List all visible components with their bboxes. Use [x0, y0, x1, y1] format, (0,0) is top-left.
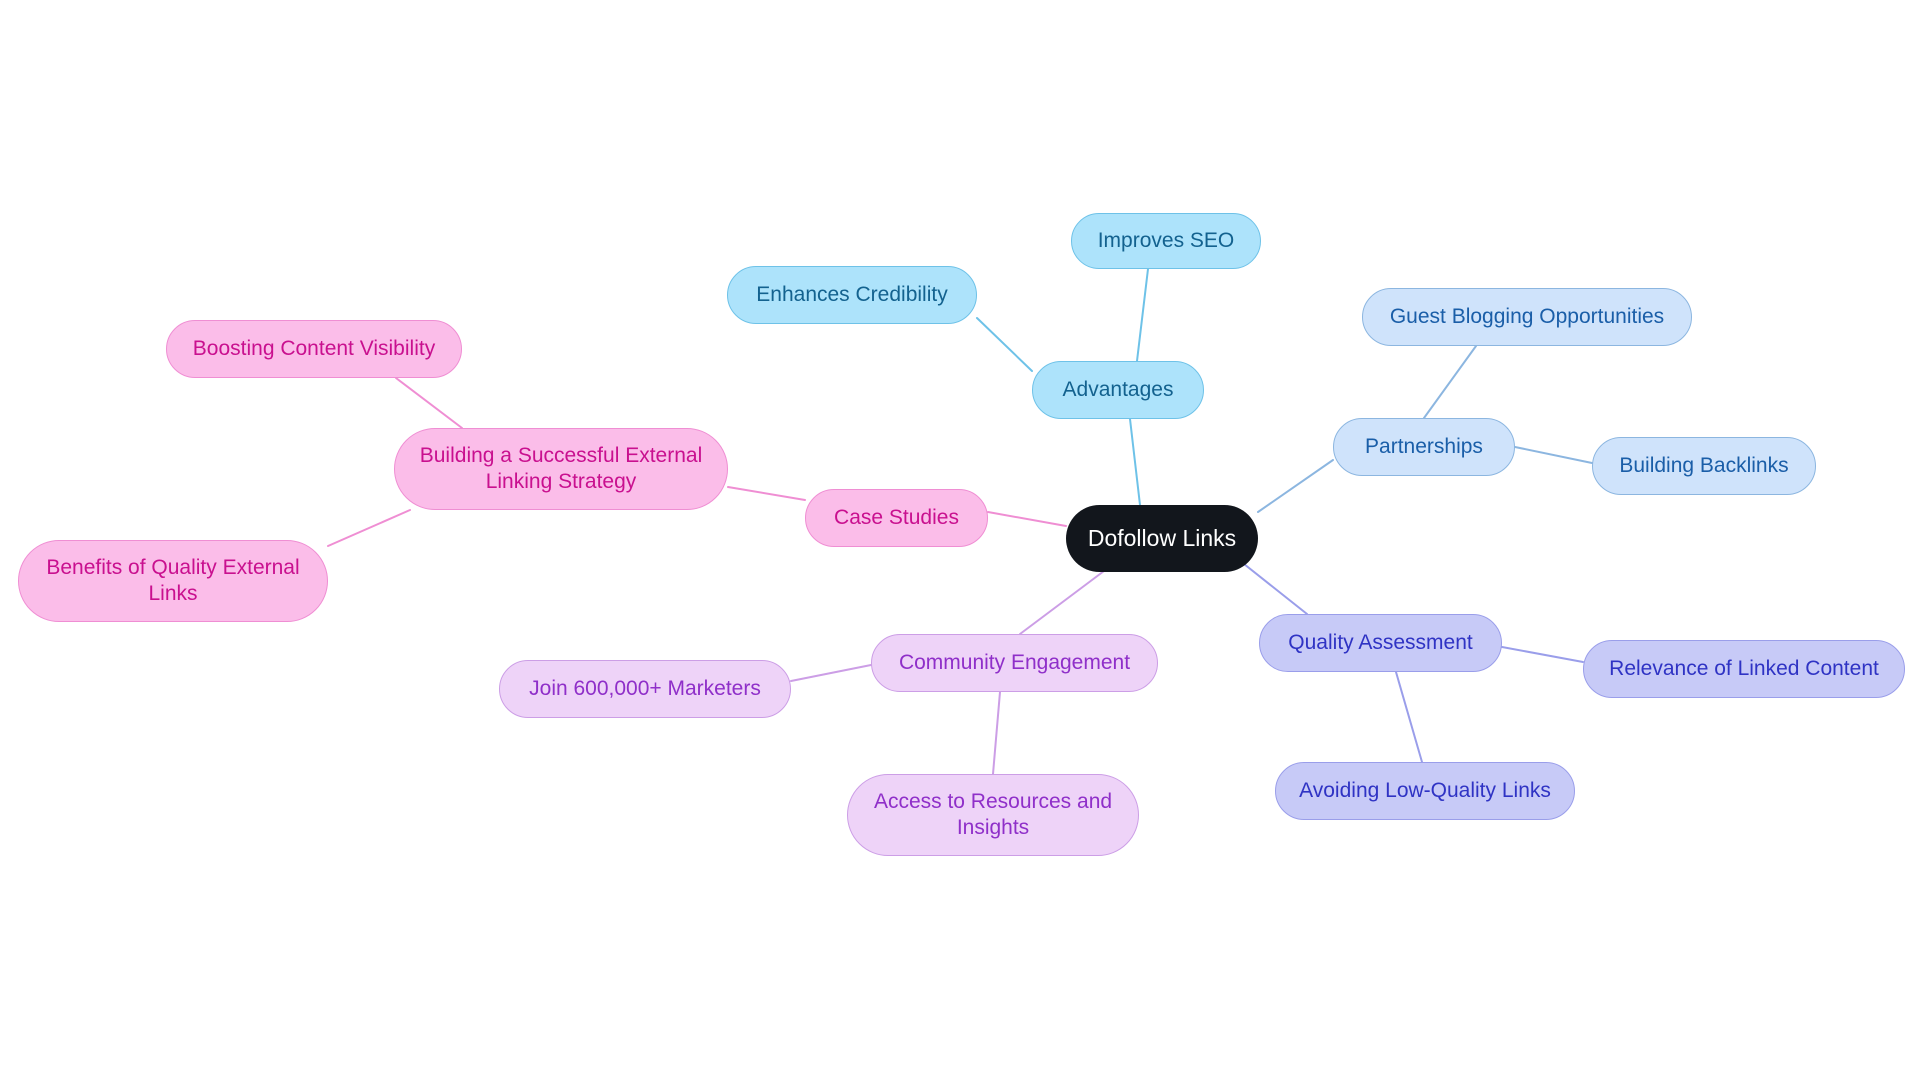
mindmap-edge-partnerships-guest-blogging — [1423, 345, 1477, 419]
mindmap-edge-strategy-boosting — [395, 377, 463, 429]
mindmap-edge-root-case-studies — [987, 511, 1067, 527]
mindmap-edge-root-partnerships — [1257, 459, 1334, 513]
mindmap-node-avoiding-low-quality[interactable]: Avoiding Low-Quality Links — [1275, 762, 1575, 820]
mindmap-node-label-benefits-quality-external: Benefits of Quality External Links — [46, 555, 300, 605]
mindmap-node-label-join-marketers: Join 600,000+ Marketers — [529, 676, 761, 700]
mindmap-edge-root-advantages — [1129, 418, 1141, 506]
mindmap-node-label-advantages: Advantages — [1062, 377, 1174, 401]
mindmap-edge-quality-avoiding — [1395, 671, 1423, 763]
mindmap-canvas: Dofollow Links Advantages Improves SEO Enha… — [0, 0, 1920, 1083]
mindmap-node-label-guest-blogging: Guest Blogging Opportunities — [1389, 304, 1665, 328]
mindmap-node-root[interactable]: Dofollow Links — [1066, 505, 1258, 572]
mindmap-node-benefits-quality-external[interactable]: Benefits of Quality External Links — [18, 540, 328, 622]
mindmap-node-label-building-backlinks: Building Backlinks — [1619, 453, 1789, 477]
mindmap-edge-case-studies-strategy — [727, 486, 806, 501]
mindmap-edge-partnerships-building-backlinks — [1514, 446, 1593, 464]
mindmap-node-case-studies[interactable]: Case Studies — [805, 489, 988, 547]
mindmap-edge-community-access — [992, 691, 1001, 775]
mindmap-node-label-enhances-credibility: Enhances Credibility — [756, 282, 948, 306]
mindmap-node-access-resources[interactable]: Access to Resources and Insights — [847, 774, 1139, 856]
mindmap-node-label-avoiding-low-quality: Avoiding Low-Quality Links — [1299, 778, 1551, 802]
mindmap-node-relevance-linked-content[interactable]: Relevance of Linked Content — [1583, 640, 1905, 698]
mindmap-node-enhances-credibility[interactable]: Enhances Credibility — [727, 266, 977, 324]
mindmap-node-partnerships[interactable]: Partnerships — [1333, 418, 1515, 476]
mindmap-node-advantages[interactable]: Advantages — [1032, 361, 1204, 419]
mindmap-node-quality-assessment[interactable]: Quality Assessment — [1259, 614, 1502, 672]
mindmap-node-building-strategy[interactable]: Building a Successful External Linking S… — [394, 428, 728, 510]
mindmap-node-label-partnerships: Partnerships — [1365, 434, 1483, 458]
mindmap-edge-advantages-enhances-credibility — [976, 317, 1033, 372]
mindmap-node-label-case-studies: Case Studies — [834, 505, 959, 529]
mindmap-node-label-improves-seo: Improves SEO — [1097, 228, 1235, 252]
mindmap-node-label-community-engagement: Community Engagement — [898, 650, 1131, 674]
mindmap-edge-root-quality-assessment — [1238, 559, 1308, 615]
mindmap-node-guest-blogging[interactable]: Guest Blogging Opportunities — [1362, 288, 1692, 346]
mindmap-node-community-engagement[interactable]: Community Engagement — [871, 634, 1158, 692]
mindmap-edge-advantages-improves-seo — [1136, 268, 1149, 362]
mindmap-edge-community-join — [790, 664, 872, 682]
mindmap-edge-strategy-benefits — [327, 509, 411, 547]
mindmap-node-label-relevance-linked-content: Relevance of Linked Content — [1609, 656, 1879, 680]
mindmap-edge-quality-relevance — [1501, 646, 1584, 663]
mindmap-node-label-root: Dofollow Links — [1087, 525, 1237, 552]
mindmap-node-label-boosting-visibility: Boosting Content Visibility — [192, 336, 436, 360]
mindmap-edge-root-community — [1019, 570, 1105, 635]
mindmap-node-label-access-resources: Access to Resources and Insights — [873, 789, 1113, 839]
mindmap-node-join-marketers[interactable]: Join 600,000+ Marketers — [499, 660, 791, 718]
mindmap-node-improves-seo[interactable]: Improves SEO — [1071, 213, 1261, 269]
mindmap-node-boosting-visibility[interactable]: Boosting Content Visibility — [166, 320, 462, 378]
mindmap-node-building-backlinks[interactable]: Building Backlinks — [1592, 437, 1816, 495]
mindmap-node-label-building-strategy: Building a Successful External Linking S… — [419, 443, 703, 493]
mindmap-node-label-quality-assessment: Quality Assessment — [1288, 630, 1473, 654]
